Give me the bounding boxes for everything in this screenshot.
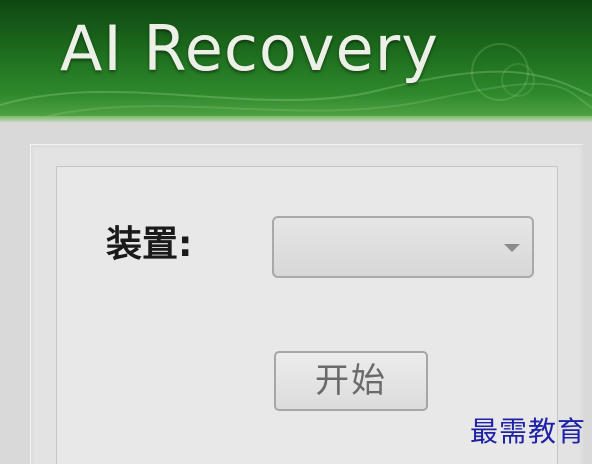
watermark-text: 最需教育 <box>470 415 587 448</box>
start-button[interactable]: 开始 <box>274 351 428 411</box>
app-header-banner: AI Recovery <box>0 0 592 122</box>
banner-bottom-strip <box>0 116 592 122</box>
app-title: AI Recovery <box>60 12 439 85</box>
chevron-down-icon <box>504 244 520 252</box>
device-label: 装置: <box>106 224 193 265</box>
device-select[interactable] <box>272 216 534 278</box>
